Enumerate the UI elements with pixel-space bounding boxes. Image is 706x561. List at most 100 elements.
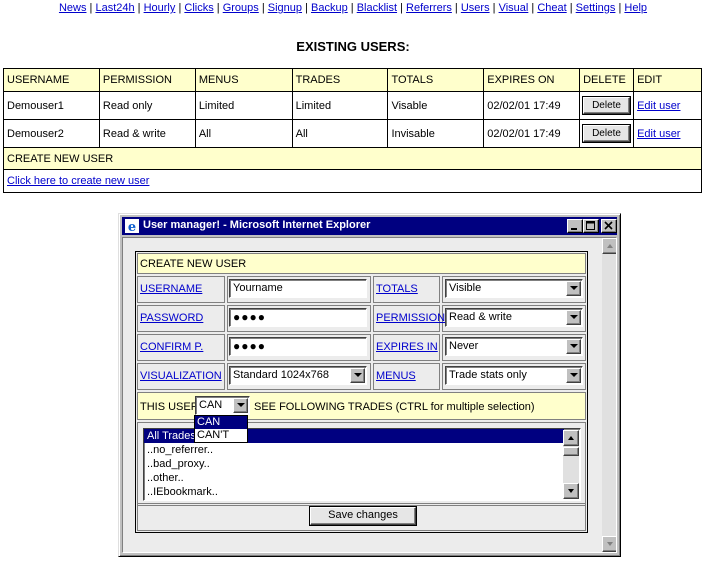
create-user-form: CREATE NEW USER USERNAME Yourname TOTALS…	[135, 251, 588, 533]
scroll-thumb[interactable]	[563, 447, 579, 456]
nav-link-help[interactable]: Help	[624, 2, 647, 14]
create-user-link[interactable]: Click here to create new user	[7, 175, 149, 187]
menus-select[interactable]: Trade stats only	[445, 366, 583, 385]
totals-select-value: Visible	[449, 282, 482, 294]
create-user-header: CREATE NEW USER	[3, 147, 702, 170]
chevron-down-icon[interactable]	[566, 310, 581, 325]
scroll-down-button[interactable]	[602, 536, 616, 552]
delete-button[interactable]: Delete	[583, 125, 630, 142]
expires-label[interactable]: EXPIRES IN	[376, 341, 438, 353]
nav-link-groups[interactable]: Groups	[223, 2, 259, 14]
svg-text:e: e	[128, 220, 136, 234]
nav-separator: |	[213, 2, 223, 14]
cell-permission: Read only	[98, 91, 196, 120]
menus-label[interactable]: MENUS	[376, 370, 416, 382]
cell-totals: Visable	[387, 91, 485, 120]
nav-link-hourly[interactable]: Hourly	[144, 2, 176, 14]
chevron-down-icon[interactable]	[566, 339, 581, 354]
cell-delete: Delete	[579, 119, 635, 148]
page-title: EXISTING USERS:	[296, 39, 410, 54]
user-manager-window: e User manager! - Microsoft Internet Exp…	[118, 213, 621, 557]
username-input[interactable]: Yourname	[229, 279, 367, 298]
nav-separator: |	[347, 2, 357, 14]
nav-link-visual[interactable]: Visual	[499, 2, 529, 14]
nav-separator: |	[134, 2, 144, 14]
nav-link-referrers[interactable]: Referrers	[406, 2, 452, 14]
nav-link-cheat[interactable]: Cheat	[537, 2, 566, 14]
scroll-up-button[interactable]	[563, 430, 579, 446]
delete-button[interactable]: Delete	[583, 97, 630, 114]
table-row: Demouser1 Read only Limited Limited Visa…	[3, 91, 702, 120]
password-label[interactable]: PASSWORD	[140, 312, 203, 324]
cell-edit: Edit user	[633, 119, 702, 148]
cant-option[interactable]: CAN'T	[195, 429, 247, 442]
create-user-header-row: CREATE NEW USER	[3, 147, 702, 170]
totals-select[interactable]: Visible	[445, 279, 583, 298]
permission-select[interactable]: Read & write	[445, 308, 583, 327]
chevron-down-icon[interactable]	[566, 368, 581, 383]
can-select[interactable]: CAN	[195, 396, 250, 415]
visualization-select-value: Standard 1024x768	[233, 369, 330, 381]
nav-separator: |	[302, 2, 312, 14]
nav-link-news[interactable]: News	[59, 2, 87, 14]
window-titlebar[interactable]: e User manager! - Microsoft Internet Exp…	[122, 217, 617, 235]
col-header: USERNAME	[3, 68, 100, 92]
nav-link-signup[interactable]: Signup	[268, 2, 302, 14]
can-option[interactable]: CAN	[195, 416, 247, 429]
browser-scrollbar[interactable]	[602, 238, 616, 552]
list-item[interactable]: ..bad_proxy..	[144, 457, 564, 471]
close-button[interactable]	[601, 219, 617, 233]
cell-username: Demouser2	[3, 119, 100, 148]
form-header: CREATE NEW USER	[140, 258, 247, 270]
visualization-select[interactable]: Standard 1024x768	[229, 366, 367, 385]
cell-menus: Limited	[194, 91, 293, 120]
minimize-button[interactable]	[567, 219, 583, 233]
totals-label[interactable]: TOTALS	[376, 283, 418, 295]
confirm-password-label[interactable]: CONFIRM P.	[140, 341, 203, 353]
list-item[interactable]: ..other..	[144, 471, 564, 485]
edit-user-link[interactable]: Edit user	[637, 128, 680, 140]
can-select-value: CAN	[199, 399, 223, 411]
save-changes-button[interactable]: Save changes	[310, 507, 416, 525]
nav-link-blacklist[interactable]: Blacklist	[357, 2, 397, 14]
col-header: TOTALS	[387, 68, 485, 92]
chevron-down-icon[interactable]	[566, 281, 581, 296]
top-nav: News | Last24h | Hourly | Clicks | Group…	[0, 2, 706, 14]
table-header-row: USERNAME PERMISSION MENUS TRADES TOTALS …	[3, 68, 702, 92]
nav-link-clicks[interactable]: Clicks	[184, 2, 213, 14]
scroll-down-button[interactable]	[563, 483, 579, 499]
cell-trades: Limited	[291, 91, 389, 120]
chevron-down-icon[interactable]	[350, 368, 365, 383]
list-item[interactable]: ..IEbookmark..	[144, 485, 564, 499]
users-table: USERNAME PERMISSION MENUS TRADES TOTALS …	[3, 68, 702, 193]
maximize-icon	[586, 221, 595, 230]
password-input[interactable]: ●●●●	[229, 308, 367, 327]
cell-menus: All	[194, 119, 293, 148]
nav-link-settings[interactable]: Settings	[576, 2, 616, 14]
chevron-down-icon[interactable]	[233, 398, 248, 413]
permission-label[interactable]: PERMISSION	[376, 312, 445, 324]
table-row: Demouser2 Read & write All All Invisable…	[3, 119, 702, 148]
nav-separator: |	[528, 2, 538, 14]
nav-separator: |	[258, 2, 268, 14]
username-label[interactable]: USERNAME	[140, 283, 202, 295]
nav-link-last24h[interactable]: Last24h	[95, 2, 134, 14]
cell-trades: All	[291, 119, 389, 148]
browser-content: CREATE NEW USER USERNAME Yourname TOTALS…	[122, 237, 617, 553]
col-header: EXPIRES ON	[483, 68, 581, 92]
expires-select-value: Never	[449, 340, 479, 352]
expires-select[interactable]: Never	[445, 337, 583, 356]
maximize-button[interactable]	[583, 219, 599, 233]
menus-select-value: Trade stats only	[449, 369, 527, 381]
confirm-password-input[interactable]: ●●●●	[229, 337, 367, 356]
can-dropdown-list[interactable]: CAN CAN'T	[194, 415, 248, 443]
permission-select-value: Read & write	[449, 311, 512, 323]
scroll-up-button[interactable]	[602, 238, 616, 254]
cell-permission: Read & write	[98, 119, 196, 148]
edit-user-link[interactable]: Edit user	[637, 100, 680, 112]
visualization-label[interactable]: VISUALIZATION	[140, 370, 222, 382]
nav-link-backup[interactable]: Backup	[311, 2, 348, 14]
list-item[interactable]: ..no_referrer..	[144, 443, 564, 457]
list-scrollbar[interactable]	[563, 430, 579, 499]
nav-link-users[interactable]: Users	[461, 2, 490, 14]
